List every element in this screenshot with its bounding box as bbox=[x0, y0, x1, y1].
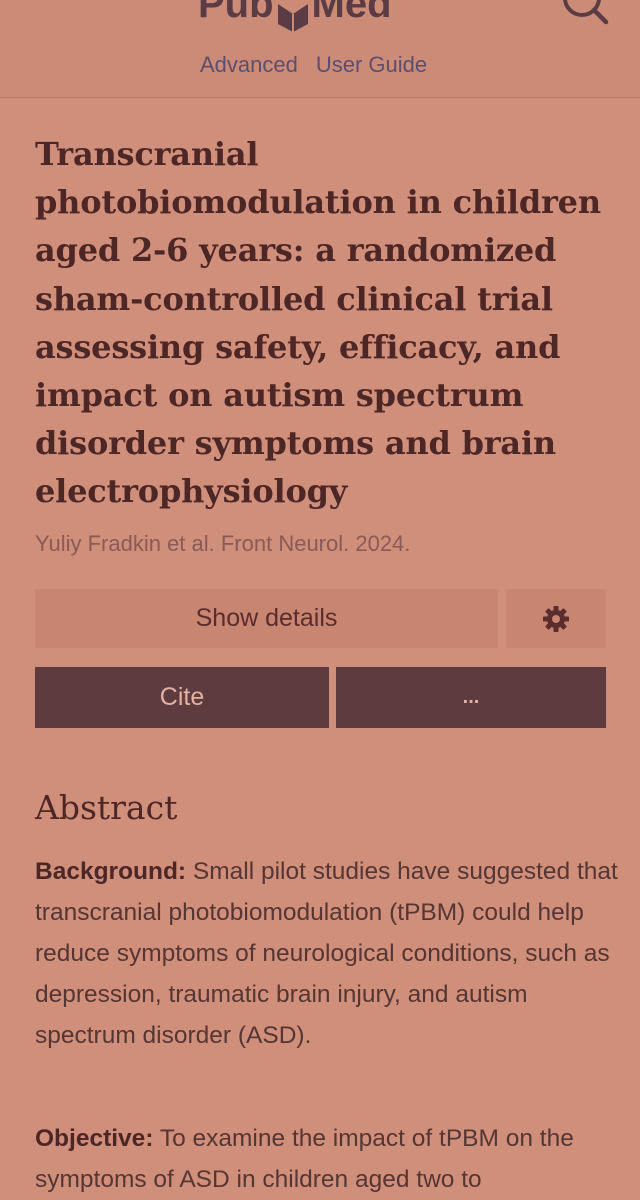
show-details-label: Show details bbox=[195, 604, 338, 632]
advanced-search-link[interactable]: Advanced bbox=[200, 52, 298, 78]
cite-label: Cite bbox=[159, 683, 205, 711]
logo-book-icon bbox=[274, 0, 312, 32]
header: Pub Med Advanced User Guide bbox=[0, 0, 640, 98]
abstract-objective: Objective: To examine the impact of tPBM… bbox=[35, 1118, 620, 1200]
user-guide-link[interactable]: User Guide bbox=[316, 52, 427, 78]
article-citation[interactable]: Yuliy Fradkin et al. Front Neurol. 2024. bbox=[35, 531, 410, 557]
abstract-heading: Abstract bbox=[35, 788, 178, 827]
display-options-button[interactable] bbox=[506, 589, 606, 648]
background-text: Small pilot studies have suggested that … bbox=[35, 858, 618, 1049]
objective-label: Objective: bbox=[35, 1125, 154, 1152]
article-title: Transcranial photobiomodulation in child… bbox=[35, 135, 601, 511]
header-links: Advanced User Guide bbox=[200, 52, 427, 78]
more-actions-button[interactable]: ... bbox=[336, 667, 606, 728]
logo-text-left: Pub bbox=[198, 0, 274, 26]
gear-icon bbox=[543, 605, 569, 632]
logo-text-right: Med bbox=[311, 0, 392, 26]
show-details-button[interactable]: Show details bbox=[35, 589, 498, 648]
search-icon bbox=[563, 0, 609, 25]
background-label: Background: bbox=[35, 858, 187, 885]
search-button[interactable] bbox=[556, 0, 612, 34]
more-actions-label: ... bbox=[462, 686, 480, 708]
pubmed-logo[interactable]: Pub Med bbox=[198, 0, 392, 32]
abstract-background: Background: Small pilot studies have sug… bbox=[35, 851, 620, 1056]
cite-button[interactable]: Cite bbox=[35, 667, 329, 728]
